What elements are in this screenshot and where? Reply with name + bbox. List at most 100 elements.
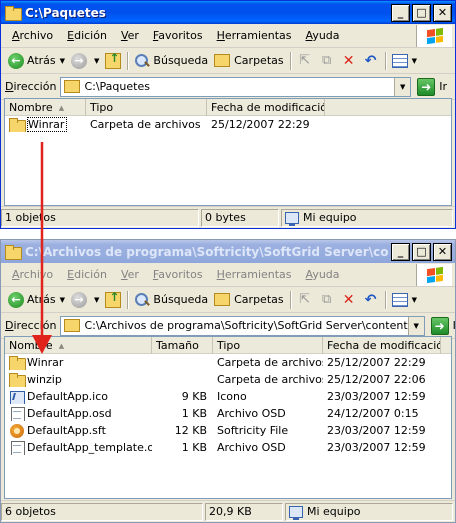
- up-folder-button[interactable]: [102, 289, 124, 311]
- toolbar: ← Atrás ▼ → ▼ Búsqueda Carpetas ⇱ ⧉ ✕ ↶ …: [1, 48, 455, 74]
- list-item[interactable]: DefaultApp.osd 1 KB Archivo OSD 24/12/2007 …: [5, 405, 451, 422]
- minimize-button[interactable]: _: [391, 3, 410, 22]
- maximize-button[interactable]: □: [412, 242, 431, 261]
- list-item[interactable]: DefaultApp_template.osd 1 KB Archivo OSD 23…: [5, 439, 451, 456]
- folders-button[interactable]: Carpetas: [211, 289, 286, 311]
- menu-favoritos[interactable]: Favoritos: [146, 29, 210, 42]
- computer-icon: [285, 211, 299, 226]
- windows-logo-icon: [416, 264, 452, 286]
- chevron-down-icon: ▼: [411, 295, 417, 304]
- move-to-icon[interactable]: ⇱: [296, 291, 314, 309]
- column-header-fecha[interactable]: Fecha de modificación: [207, 99, 325, 116]
- column-header-tipo[interactable]: Tipo: [213, 337, 323, 354]
- address-input[interactable]: C:\Archivos de programa\Softricity\SoftG…: [60, 315, 425, 336]
- column-header-tipo[interactable]: Tipo: [86, 99, 207, 116]
- maximize-button[interactable]: □: [412, 3, 431, 22]
- address-label: Dirección: [5, 319, 57, 332]
- list-item[interactable]: Winrar Carpeta de archivos 25/12/2007 22:2…: [5, 354, 451, 371]
- menu-favoritos[interactable]: Favoritos: [146, 268, 210, 281]
- chevron-down-icon[interactable]: ▼: [94, 296, 99, 304]
- views-button[interactable]: ▼: [389, 289, 420, 311]
- explorer-window-content: C:\Archivos de programa\Softricity\SoftG…: [0, 239, 456, 523]
- minimize-button[interactable]: _: [391, 242, 410, 261]
- forward-button[interactable]: → ▼: [68, 50, 102, 72]
- search-button[interactable]: Búsqueda: [131, 50, 211, 72]
- menu-edicion[interactable]: Edición: [60, 268, 114, 281]
- menu-ayuda[interactable]: Ayuda: [299, 29, 347, 42]
- up-folder-button[interactable]: [102, 50, 124, 72]
- go-button[interactable]: ➜ Ir: [430, 316, 456, 335]
- chevron-down-icon[interactable]: ▼: [394, 77, 411, 96]
- back-button[interactable]: ← Atrás ▼: [5, 50, 68, 72]
- go-button[interactable]: ➜ Ir: [417, 77, 447, 96]
- title-bar[interactable]: C:\Archivos de programa\Softricity\SoftG…: [1, 240, 455, 263]
- item-date: 24/12/2007 0:15: [327, 407, 419, 420]
- column-header-tamano[interactable]: Tamaño: [152, 337, 213, 354]
- search-label: Búsqueda: [153, 54, 209, 67]
- item-type: Softricity File: [217, 424, 289, 437]
- close-button[interactable]: ✕: [433, 242, 452, 261]
- item-date: 25/12/2007 22:29: [211, 118, 310, 131]
- item-name[interactable]: DefaultApp.osd: [27, 407, 112, 420]
- title-bar[interactable]: C:\Paquetes _ □ ✕: [1, 1, 455, 24]
- delete-icon[interactable]: ✕: [340, 291, 358, 309]
- column-header-nombre[interactable]: Nombre ▲: [5, 337, 152, 354]
- item-size: 12 KB: [174, 424, 207, 437]
- undo-icon[interactable]: ↶: [362, 291, 380, 309]
- search-button[interactable]: Búsqueda: [131, 289, 211, 311]
- undo-icon[interactable]: ↶: [362, 52, 380, 70]
- address-value[interactable]: C:\Archivos de programa\Softricity\SoftG…: [84, 319, 407, 332]
- views-button[interactable]: ▼: [389, 50, 420, 72]
- close-button[interactable]: ✕: [433, 3, 452, 22]
- folders-button[interactable]: Carpetas: [211, 50, 286, 72]
- menu-edicion[interactable]: Edición: [60, 29, 114, 42]
- address-input[interactable]: C:\Paquetes ▼: [60, 76, 412, 97]
- go-arrow-icon: ➜: [430, 316, 449, 335]
- list-item[interactable]: winzip Carpeta de archivos 25/12/2007 22:0…: [5, 371, 451, 388]
- file-rows: Winrar Carpeta de archivos 25/12/2007 22:2…: [5, 354, 451, 456]
- chevron-down-icon[interactable]: ▼: [60, 57, 65, 65]
- copy-to-icon[interactable]: ⧉: [318, 52, 336, 70]
- menu-ver[interactable]: Ver: [114, 268, 146, 281]
- item-name[interactable]: DefaultApp_template.osd: [27, 441, 152, 454]
- item-type: Carpeta de archivos: [217, 373, 323, 386]
- item-date: 25/12/2007 22:06: [327, 373, 426, 386]
- menu-archivo[interactable]: Archivo: [5, 268, 60, 281]
- column-header-nombre[interactable]: Nombre ▲: [5, 99, 86, 116]
- file-list[interactable]: Nombre ▲ Tamaño Tipo Fecha de modificació…: [4, 336, 452, 499]
- item-size: 9 KB: [181, 390, 207, 403]
- file-list[interactable]: Nombre ▲ Tipo Fecha de modificación Winra…: [4, 98, 452, 206]
- item-name[interactable]: DefaultApp.sft: [27, 424, 106, 437]
- chevron-down-icon[interactable]: ▼: [60, 296, 65, 304]
- toolbar-separator: [384, 290, 386, 309]
- back-button[interactable]: ← Atrás ▼: [5, 289, 68, 311]
- forward-button[interactable]: → ▼: [68, 289, 102, 311]
- item-name[interactable]: DefaultApp.ico: [27, 390, 108, 403]
- go-label: Ir: [439, 80, 447, 93]
- column-header-fecha[interactable]: Fecha de modificación: [323, 337, 441, 354]
- menu-ver[interactable]: Ver: [114, 29, 146, 42]
- move-to-icon[interactable]: ⇱: [296, 52, 314, 70]
- list-item[interactable]: DefaultApp.ico 9 KB Icono 23/03/2007 12:59: [5, 388, 451, 405]
- address-value[interactable]: C:\Paquetes: [84, 80, 394, 93]
- item-name[interactable]: Winrar: [27, 117, 68, 132]
- list-item[interactable]: DefaultApp.sft 12 KB Softricity File 23/03/…: [5, 422, 451, 439]
- menu-ayuda[interactable]: Ayuda: [299, 268, 347, 281]
- status-location: Mi equipo: [285, 502, 453, 521]
- item-name[interactable]: Winrar: [27, 356, 63, 369]
- chevron-down-icon[interactable]: ▼: [407, 316, 424, 335]
- menu-herramientas[interactable]: Herramientas: [210, 268, 299, 281]
- menu-archivo[interactable]: Archivo: [5, 29, 60, 42]
- status-size: 20,9 KB: [205, 502, 283, 521]
- menu-herramientas[interactable]: Herramientas: [210, 29, 299, 42]
- list-item[interactable]: Winrar Carpeta de archivos 25/12/2007 22…: [5, 116, 451, 133]
- delete-icon[interactable]: ✕: [340, 52, 358, 70]
- chevron-down-icon[interactable]: ▼: [94, 57, 99, 65]
- copy-to-icon[interactable]: ⧉: [318, 291, 336, 309]
- menu-bar: Archivo Edición Ver Favoritos Herramient…: [1, 263, 455, 287]
- explorer-window-paquetes: C:\Paquetes _ □ ✕ Archivo Edición Ver Fa…: [0, 0, 456, 229]
- status-count: 6 objetos: [1, 502, 203, 521]
- item-size: 1 KB: [181, 441, 207, 454]
- item-name[interactable]: winzip: [27, 373, 62, 386]
- folder-icon: [5, 6, 22, 21]
